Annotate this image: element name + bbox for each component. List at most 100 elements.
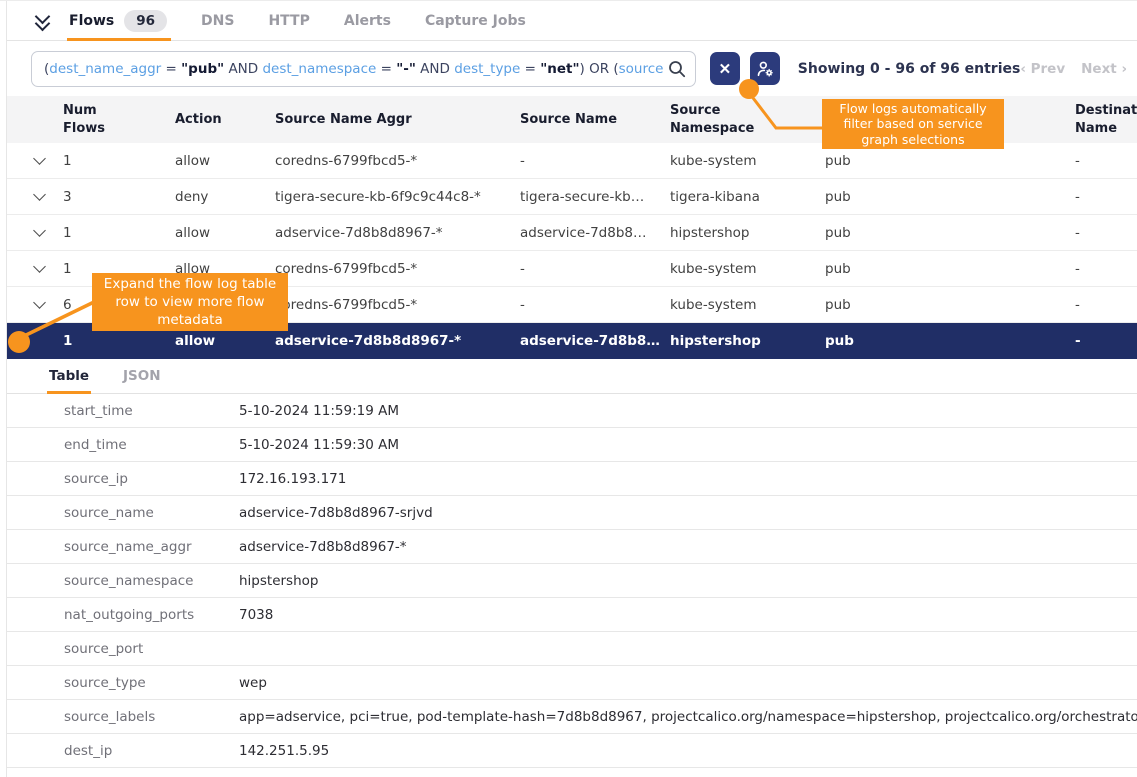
query-token: ) OR ( <box>580 61 619 77</box>
detail-field-value: 142.251.5.95 <box>239 743 1137 759</box>
detail-field-value: 5-10-2024 11:59:19 AM <box>239 403 1137 419</box>
cell-source-namespace: tigera-kibana <box>670 189 825 205</box>
log-type-tabbar: Flows 96 DNS HTTP Alerts <box>7 1 1137 41</box>
query-token: = <box>520 61 540 77</box>
query-token: dest_name_aggr <box>49 61 161 77</box>
cell-destination-name: - <box>1075 189 1137 205</box>
expand-row-chevron-icon[interactable] <box>33 260 46 273</box>
clear-filter-button[interactable]: ✕ <box>710 52 740 85</box>
detail-row: source_namespace hipstershop <box>7 564 1137 598</box>
close-icon: ✕ <box>719 60 732 78</box>
next-page-button[interactable]: Next › <box>1081 61 1127 77</box>
cell-source-name: - <box>520 297 670 313</box>
tab[interactable]: Capture Jobs <box>425 1 526 40</box>
table-row[interactable]: 1 allow adservice-7d8b8d8967-* adservice… <box>7 215 1137 251</box>
expand-row-chevron-icon[interactable] <box>33 152 46 165</box>
filter-query-input[interactable]: (dest_name_aggr = "pub" AND dest_namespa… <box>31 51 696 87</box>
pagination: ‹ Prev Next › <box>1020 61 1127 77</box>
detail-row: end_time 5-10-2024 11:59:30 AM <box>7 428 1137 462</box>
detail-field-value: 5-10-2024 11:59:30 AM <box>239 437 1137 453</box>
detail-row: source_port <box>7 632 1137 666</box>
detail-field-key: source_name_aggr <box>64 539 239 555</box>
cell-source-name: tigera-secure-kb… <box>520 189 670 205</box>
detail-field-key: start_time <box>64 403 239 419</box>
detail-row: dest_ip 142.251.5.95 <box>7 734 1137 768</box>
detail-field-value: adservice-7d8b8d8967-* <box>239 539 1137 555</box>
callout-text: Flow logs automatically filter based on … <box>830 101 996 148</box>
detail-tab[interactable]: Table <box>47 360 91 393</box>
column-header: Source Name <box>520 111 670 129</box>
detail-field-value: wep <box>239 675 1137 691</box>
detail-field-value: app=adservice, pci=true, pod-template-ha… <box>239 709 1137 725</box>
tab-count-badge: 96 <box>124 10 167 32</box>
filter-toolbar: (dest_name_aggr = "pub" AND dest_namespa… <box>7 41 1137 96</box>
cell-dest-name-aggr: pub <box>825 261 1075 277</box>
detail-field-key: source_labels <box>64 709 239 725</box>
cell-source-namespace: kube-system <box>670 153 825 169</box>
tab-label: DNS <box>201 13 234 29</box>
tab[interactable]: HTTP <box>268 1 309 40</box>
detail-field-key: nat_outgoing_ports <box>64 607 239 623</box>
cell-source-name: - <box>520 261 670 277</box>
cell-dest-name-aggr: pub <box>825 297 1075 313</box>
detail-field-key: source_ip <box>64 471 239 487</box>
column-header: Source Namespace <box>670 102 825 137</box>
detail-field-key: source_name <box>64 505 239 521</box>
cell-num-flows: 1 <box>63 153 175 169</box>
cell-source-namespace: hipstershop <box>670 333 825 349</box>
tab[interactable]: Flows 96 <box>69 1 167 40</box>
detail-field-key: source_port <box>64 641 239 657</box>
cell-source-namespace: kube-system <box>670 261 825 277</box>
cell-source-name-aggr: tigera-secure-kb-6f9c9c44c8-* <box>275 189 520 205</box>
detail-tab[interactable]: JSON <box>121 360 163 393</box>
user-settings-button[interactable] <box>750 52 780 85</box>
cell-dest-name-aggr: pub <box>825 333 1075 349</box>
tab[interactable]: Alerts <box>344 1 391 40</box>
cell-destination-name: - <box>1075 153 1137 169</box>
column-header: Source Name Aggr <box>275 111 520 129</box>
column-header: Num Flows <box>63 102 175 137</box>
detail-row: nat_outgoing_ports 7038 <box>7 598 1137 632</box>
search-icon[interactable] <box>667 59 687 79</box>
query-token: source_name_aggr <box>619 61 663 77</box>
detail-row: source_name adservice-7d8b8d8967-srjvd <box>7 496 1137 530</box>
detail-row: start_time 5-10-2024 11:59:19 AM <box>7 394 1137 428</box>
expand-row-chevron-icon[interactable] <box>33 224 46 237</box>
detail-tabbar: Table JSON <box>7 359 1137 394</box>
detail-field-table: start_time 5-10-2024 11:59:19 AM end_tim… <box>7 394 1137 768</box>
query-token: = <box>376 61 396 77</box>
prev-page-button[interactable]: ‹ Prev <box>1020 61 1065 77</box>
query-token: = <box>161 61 181 77</box>
cell-num-flows: 1 <box>63 333 175 349</box>
cell-source-name: adservice-7d8b8… <box>520 333 670 349</box>
column-header: Destination Name <box>1075 102 1137 137</box>
callout-filter-note: Flow logs automatically filter based on … <box>822 99 1004 149</box>
detail-field-key: dest_ip <box>64 743 239 759</box>
detail-field-key: source_namespace <box>64 573 239 589</box>
collapse-panel-icon[interactable] <box>33 10 55 32</box>
callout-expand-note: Expand the flow log table row to view mo… <box>92 273 288 331</box>
query-token: dest_type <box>454 61 520 77</box>
expand-row-chevron-icon[interactable] <box>33 188 46 201</box>
cell-destination-name: - <box>1075 261 1137 277</box>
detail-field-value: 172.16.193.171 <box>239 471 1137 487</box>
column-header: Action <box>175 111 275 129</box>
callout-text: Expand the flow log table row to view mo… <box>98 275 282 329</box>
table-row[interactable]: 3 deny tigera-secure-kb-6f9c9c44c8-* tig… <box>7 179 1137 215</box>
detail-field-value: hipstershop <box>239 573 1137 589</box>
tab[interactable]: DNS <box>201 1 234 40</box>
cell-action: allow <box>175 225 275 241</box>
expand-row-chevron-icon[interactable] <box>33 296 46 309</box>
cell-source-name-aggr: coredns-6799fbcd5-* <box>275 297 520 313</box>
query-token: AND <box>224 61 262 77</box>
cell-source-name: adservice-7d8b8… <box>520 225 670 241</box>
cell-source-namespace: hipstershop <box>670 225 825 241</box>
user-gear-icon <box>755 59 775 79</box>
cell-source-name: - <box>520 153 670 169</box>
detail-tab-label: Table <box>49 368 89 384</box>
cell-dest-name-aggr: pub <box>825 153 1075 169</box>
detail-field-value: adservice-7d8b8d8967-srjvd <box>239 505 1137 521</box>
cell-source-name-aggr: coredns-6799fbcd5-* <box>275 153 520 169</box>
tab-label: HTTP <box>268 13 309 29</box>
tab-label: Flows <box>69 13 114 29</box>
